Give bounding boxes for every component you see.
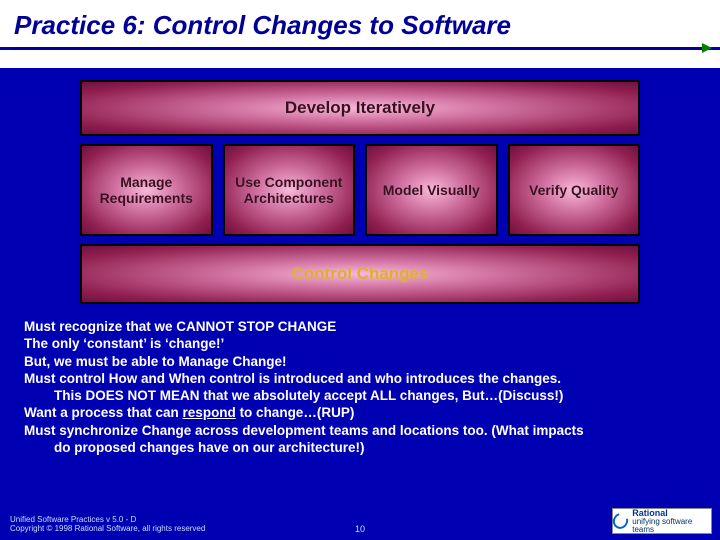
footer-line2: Copyright © 1998 Rational Software, all … bbox=[10, 524, 205, 534]
diagram-cell-model-visually: Model Visually bbox=[365, 144, 498, 236]
page-number: 10 bbox=[355, 524, 365, 534]
bullet-line: Want a process that can respond to chang… bbox=[24, 404, 696, 421]
diagram-top-label: Develop Iteratively bbox=[285, 98, 435, 118]
bullet-underlined: respond bbox=[183, 405, 236, 420]
rational-logo: Rational unifying software teams bbox=[612, 508, 712, 534]
bullet-line: Must synchronize Change across developme… bbox=[24, 422, 696, 439]
bullet-line: The only ‘constant’ is ‘change!’ bbox=[24, 335, 696, 352]
diagram-top-bar: Develop Iteratively bbox=[80, 80, 640, 136]
title-underline bbox=[14, 47, 706, 50]
bullet-line: Must control How and When control is int… bbox=[24, 370, 696, 387]
footer-text: Unified Software Practices v 5.0 - D Cop… bbox=[10, 515, 205, 534]
diagram-cell-manage-requirements: Manage Requirements bbox=[80, 144, 213, 236]
bullet-frag: to change…(RUP) bbox=[236, 405, 355, 420]
logo-tagline: unifying software teams bbox=[632, 517, 692, 534]
bullet-frag: Want a process that can bbox=[24, 405, 183, 420]
practices-diagram: Develop Iteratively Manage Requirements … bbox=[80, 80, 640, 304]
diagram-middle-row: Manage Requirements Use Component Archit… bbox=[80, 144, 640, 236]
diagram-bottom-bar: Control Changes bbox=[80, 244, 640, 304]
bullet-line: But, we must be able to Manage Change! bbox=[24, 353, 696, 370]
bullet-line-indent: do proposed changes have on our architec… bbox=[24, 439, 696, 456]
slide-title: Practice 6: Control Changes to Software bbox=[0, 0, 720, 47]
bullet-line: Must recognize that we CANNOT STOP CHANG… bbox=[24, 318, 696, 335]
diagram-area: Develop Iteratively Manage Requirements … bbox=[0, 68, 720, 304]
footer-line1: Unified Software Practices v 5.0 - D bbox=[10, 515, 205, 525]
diagram-cell-verify-quality: Verify Quality bbox=[508, 144, 641, 236]
bullet-line-indent: This DOES NOT MEAN that we absolutely ac… bbox=[24, 387, 696, 404]
title-gap bbox=[0, 50, 720, 68]
logo-swirl-icon bbox=[610, 510, 631, 531]
diagram-cell-component-architectures: Use Component Architectures bbox=[223, 144, 356, 236]
diagram-bottom-label: Control Changes bbox=[292, 264, 429, 284]
logo-text: Rational unifying software teams bbox=[632, 509, 711, 534]
body-text: Must recognize that we CANNOT STOP CHANG… bbox=[0, 304, 720, 456]
